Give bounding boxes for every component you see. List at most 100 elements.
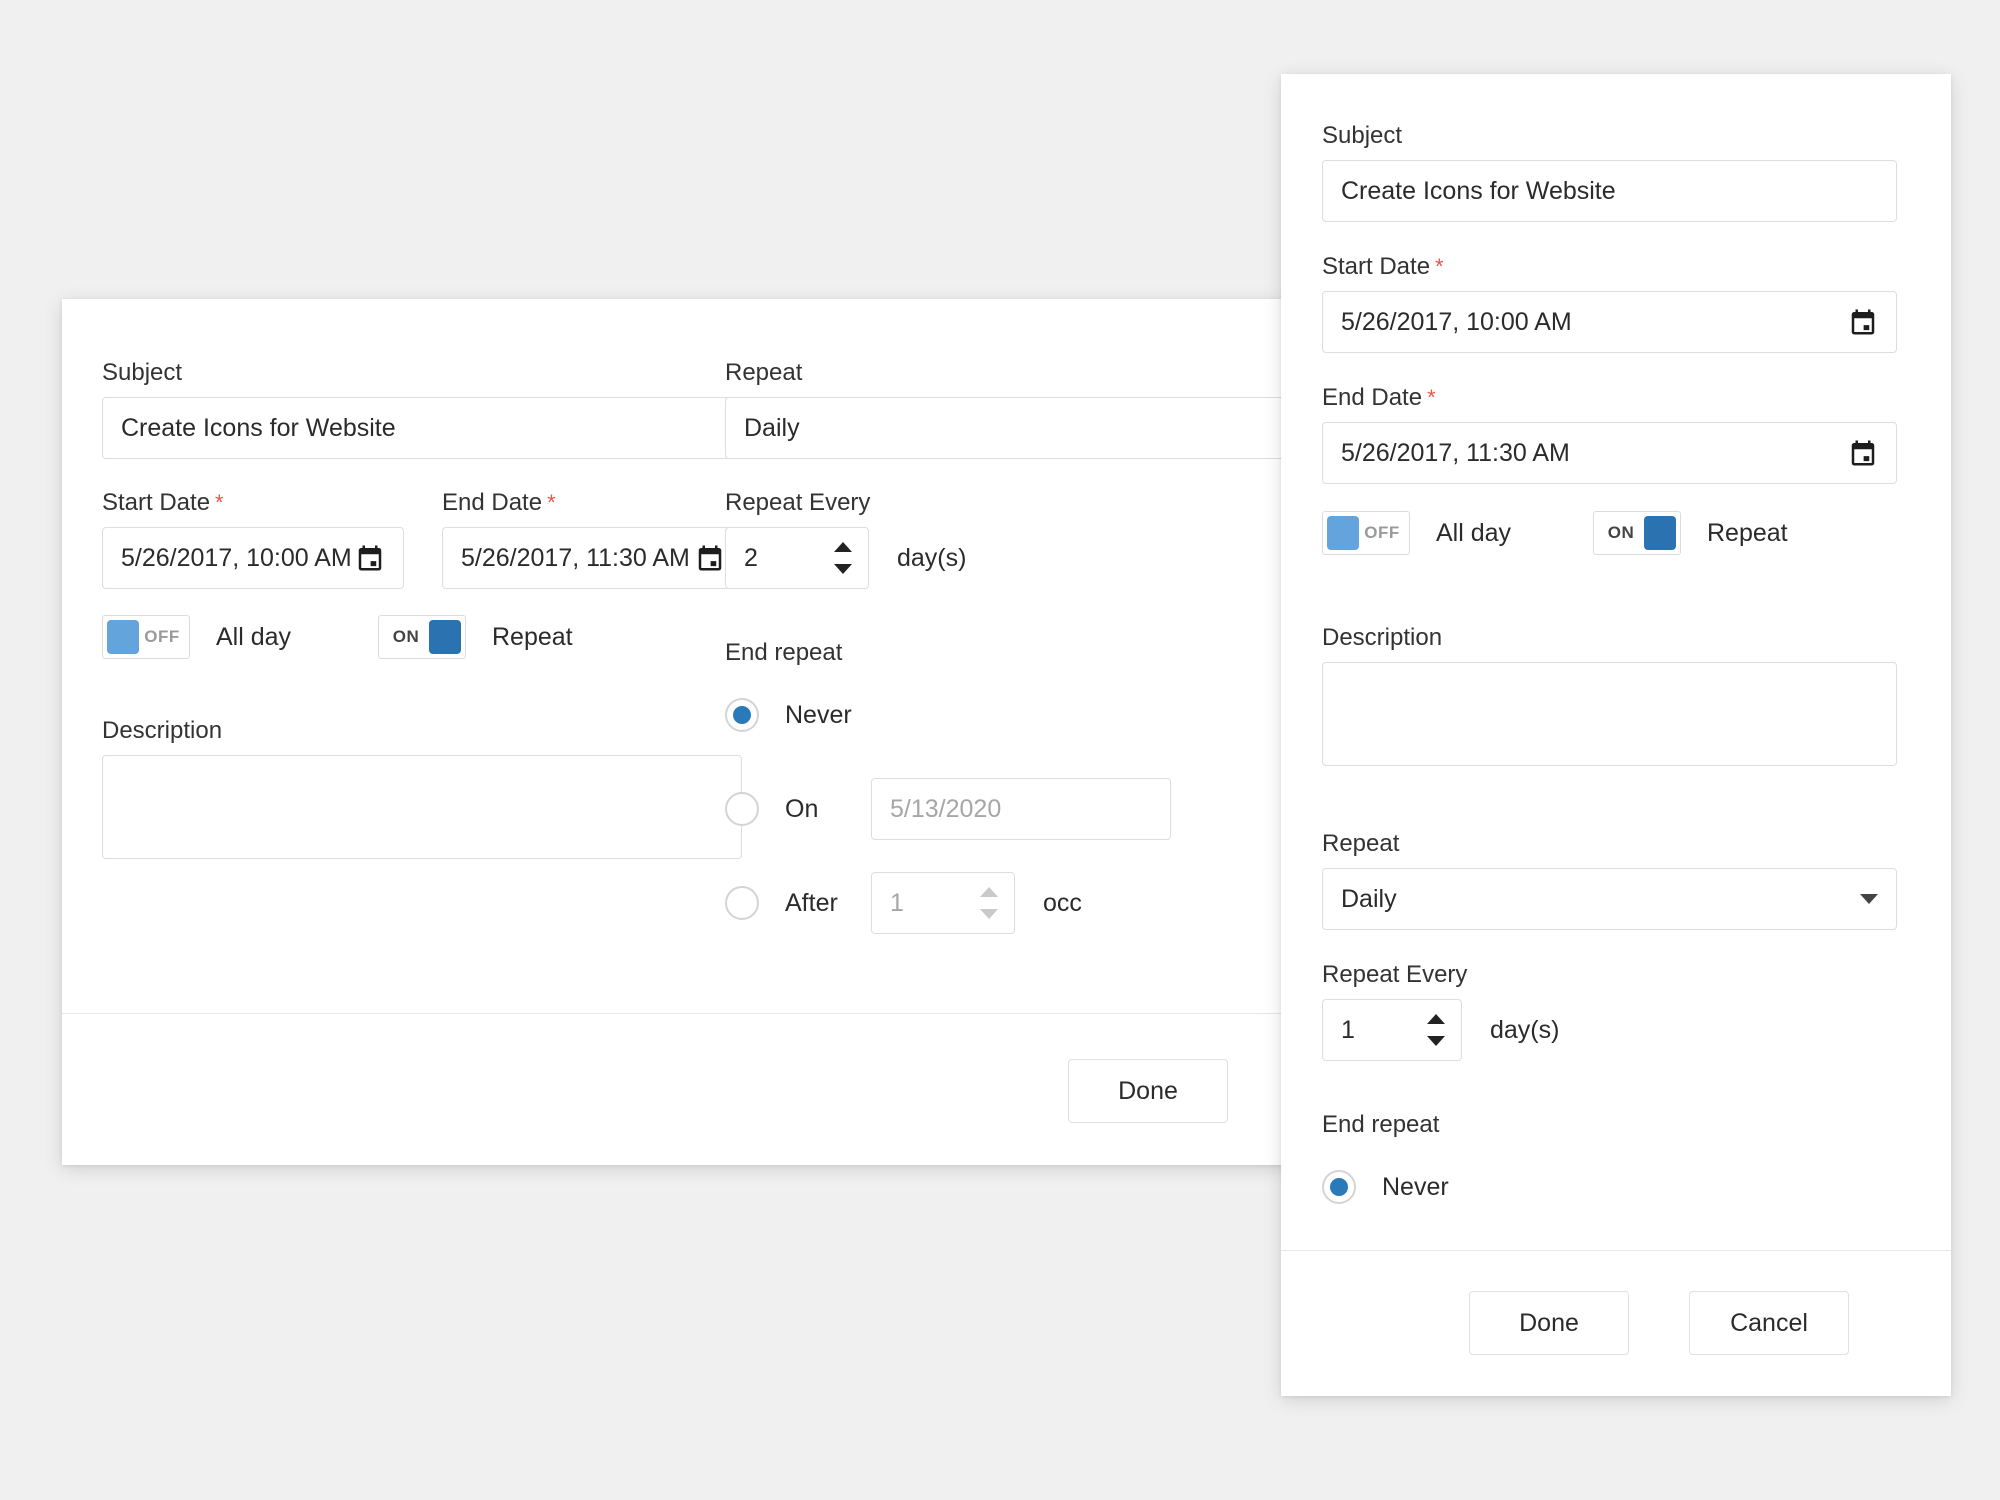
stepper-down-icon[interactable] bbox=[980, 909, 998, 919]
back-end-date-required-star: * bbox=[547, 490, 556, 515]
front-repeat-every-value: 1 bbox=[1341, 1015, 1355, 1044]
front-subject-input[interactable]: Create Icons for Website bbox=[1322, 160, 1897, 222]
back-end-repeat-option-never[interactable]: Never bbox=[725, 691, 1285, 739]
front-repeat-label: Repeat bbox=[1322, 830, 1400, 857]
front-repeat-toggle-label: Repeat bbox=[1707, 518, 1788, 547]
back-repeat-label: Repeat bbox=[725, 359, 803, 386]
front-start-date-label: Start Date * bbox=[1322, 255, 1897, 279]
front-end-date-value: 5/26/2017, 11:30 AM bbox=[1341, 438, 1570, 467]
front-end-repeat-group: End repeat Never bbox=[1322, 1113, 1897, 1211]
back-start-date-required-star: * bbox=[215, 490, 224, 515]
back-radio-on[interactable] bbox=[725, 792, 759, 826]
front-radio-never-label: Never bbox=[1382, 1172, 1449, 1201]
back-start-date-input[interactable]: 5/26/2017, 10:00 AM bbox=[102, 527, 404, 589]
stepper-down-icon[interactable] bbox=[1427, 1036, 1445, 1046]
back-description-textarea[interactable] bbox=[102, 755, 742, 859]
front-repeat-every-row: 1 day(s) bbox=[1322, 999, 1559, 1061]
back-end-date-input[interactable]: 5/26/2017, 11:30 AM bbox=[442, 527, 744, 589]
back-dialog-footer: Done bbox=[62, 1013, 1292, 1165]
back-start-date-value: 5/26/2017, 10:00 AM bbox=[121, 543, 352, 572]
back-all-day-switch-thumb bbox=[107, 620, 139, 654]
screen-root: Subject Create Icons for Website Start D… bbox=[0, 0, 2000, 1500]
front-cancel-button[interactable]: Cancel bbox=[1689, 1291, 1849, 1355]
back-end-repeat-on-date-input[interactable]: 5/13/2020 bbox=[871, 778, 1171, 840]
front-all-day-toggle-row: OFF All day bbox=[1322, 511, 1511, 555]
appointment-editor-dialog-front: Subject Create Icons for Website Start D… bbox=[1281, 74, 1951, 1396]
back-repeat-switch-state: ON bbox=[392, 627, 420, 646]
back-repeat-switch[interactable]: ON bbox=[378, 615, 466, 659]
back-repeat-value: Daily bbox=[744, 413, 800, 442]
stepper-down-icon[interactable] bbox=[834, 564, 852, 574]
front-repeat-every-stepper[interactable]: 1 bbox=[1322, 999, 1462, 1061]
front-description-field-group: Description bbox=[1322, 626, 1897, 766]
back-description-field-group: Description bbox=[102, 719, 742, 859]
back-end-repeat-on-date-value: 5/13/2020 bbox=[890, 794, 1002, 823]
back-repeat-field-group: Repeat Daily bbox=[725, 361, 1285, 459]
calendar-icon[interactable] bbox=[355, 543, 385, 573]
back-end-repeat-after-stepper[interactable]: 1 bbox=[871, 872, 1015, 934]
back-repeat-every-row: 2 day(s) bbox=[725, 527, 966, 589]
back-end-date-field-group: End Date * 5/26/2017, 11:30 AM bbox=[442, 491, 744, 589]
back-radio-never[interactable] bbox=[725, 698, 759, 732]
back-repeat-select[interactable]: Daily bbox=[725, 397, 1285, 459]
front-end-date-input[interactable]: 5/26/2017, 11:30 AM bbox=[1322, 422, 1897, 484]
back-end-date-label: End Date * bbox=[442, 491, 744, 515]
front-repeat-value: Daily bbox=[1341, 884, 1397, 913]
front-end-date-field-group: End Date * 5/26/2017, 11:30 AM bbox=[1322, 386, 1897, 484]
back-all-day-label: All day bbox=[216, 622, 292, 651]
front-all-day-switch-state: OFF bbox=[1364, 523, 1400, 542]
back-subject-input[interactable]: Create Icons for Website bbox=[102, 397, 742, 459]
back-repeat-toggle-label: Repeat bbox=[492, 622, 573, 651]
front-end-date-required-star: * bbox=[1427, 385, 1436, 410]
back-end-repeat-group: End repeat Never On 5/13/2020 After 1 oc… bbox=[725, 641, 1285, 934]
front-repeat-every-label: Repeat Every bbox=[1322, 961, 1468, 988]
stepper-up-icon[interactable] bbox=[980, 887, 998, 897]
back-description-label: Description bbox=[102, 717, 223, 744]
back-repeat-every-field-group: Repeat Every 2 day(s) bbox=[725, 491, 966, 589]
back-repeat-every-label: Repeat Every bbox=[725, 489, 871, 516]
front-end-repeat-label: End repeat bbox=[1322, 1111, 1440, 1138]
front-subject-field-group: Subject Create Icons for Website bbox=[1322, 124, 1897, 222]
back-repeat-switch-thumb bbox=[429, 620, 461, 654]
stepper-up-icon[interactable] bbox=[1427, 1014, 1445, 1024]
front-repeat-field-group: Repeat Daily bbox=[1322, 832, 1897, 930]
calendar-icon[interactable] bbox=[1848, 438, 1878, 468]
front-all-day-switch-thumb bbox=[1327, 516, 1359, 550]
front-description-textarea[interactable] bbox=[1322, 662, 1897, 766]
front-start-date-field-group: Start Date * 5/26/2017, 10:00 AM bbox=[1322, 255, 1897, 353]
chevron-down-icon[interactable] bbox=[1860, 894, 1878, 904]
front-description-label: Description bbox=[1322, 624, 1443, 651]
back-radio-on-label: On bbox=[785, 794, 819, 823]
back-radio-never-label: Never bbox=[785, 700, 852, 729]
back-all-day-switch[interactable]: OFF bbox=[102, 615, 190, 659]
back-end-repeat-option-on[interactable]: On 5/13/2020 bbox=[725, 778, 1285, 840]
front-done-button[interactable]: Done bbox=[1469, 1291, 1629, 1355]
front-start-date-value: 5/26/2017, 10:00 AM bbox=[1341, 307, 1572, 336]
calendar-icon[interactable] bbox=[1848, 307, 1878, 337]
front-end-date-label: End Date * bbox=[1322, 386, 1897, 410]
back-repeat-every-value: 2 bbox=[744, 543, 758, 572]
stepper-up-icon[interactable] bbox=[834, 542, 852, 552]
back-repeat-every-arrows[interactable] bbox=[834, 542, 858, 574]
back-end-repeat-after-arrows[interactable] bbox=[980, 887, 1004, 919]
back-subject-value: Create Icons for Website bbox=[121, 413, 396, 442]
back-all-day-toggle-row: OFF All day bbox=[102, 615, 291, 659]
front-radio-never[interactable] bbox=[1322, 1170, 1356, 1204]
appointment-editor-dialog-back: Subject Create Icons for Website Start D… bbox=[62, 299, 1292, 1165]
front-repeat-toggle-row: ON Repeat bbox=[1593, 511, 1788, 555]
front-repeat-switch[interactable]: ON bbox=[1593, 511, 1681, 555]
back-subject-field-group: Subject Create Icons for Website bbox=[102, 361, 742, 459]
back-repeat-every-stepper[interactable]: 2 bbox=[725, 527, 869, 589]
calendar-icon[interactable] bbox=[695, 543, 725, 573]
back-done-button[interactable]: Done bbox=[1068, 1059, 1228, 1123]
front-start-date-input[interactable]: 5/26/2017, 10:00 AM bbox=[1322, 291, 1897, 353]
front-repeat-every-arrows[interactable] bbox=[1427, 1014, 1451, 1046]
front-end-repeat-option-never[interactable]: Never bbox=[1322, 1163, 1897, 1211]
back-end-repeat-option-after[interactable]: After 1 occ bbox=[725, 872, 1285, 934]
front-repeat-select[interactable]: Daily bbox=[1322, 868, 1897, 930]
front-all-day-switch[interactable]: OFF bbox=[1322, 511, 1410, 555]
back-radio-after[interactable] bbox=[725, 886, 759, 920]
back-end-date-label-text: End Date bbox=[442, 489, 543, 516]
back-start-date-field-group: Start Date * 5/26/2017, 10:00 AM bbox=[102, 491, 404, 589]
front-all-day-label: All day bbox=[1436, 518, 1512, 547]
